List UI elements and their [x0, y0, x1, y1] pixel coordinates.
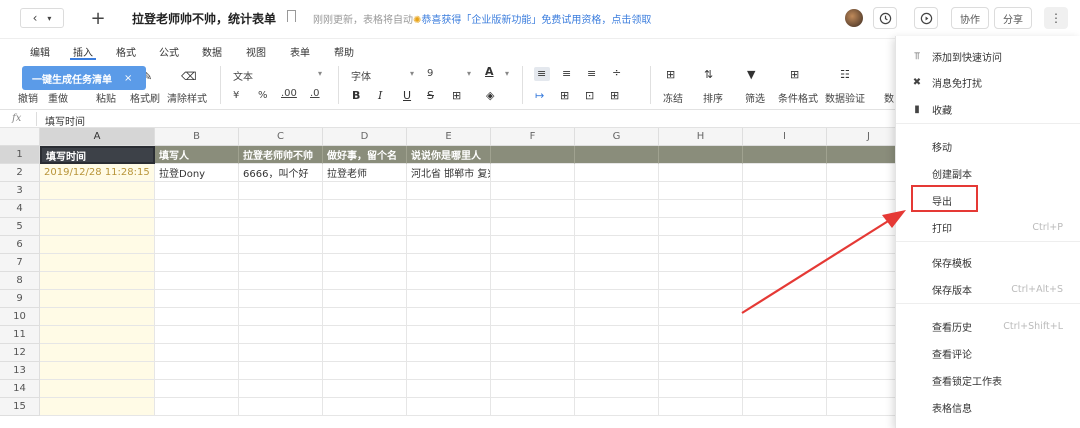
annotation-arrow	[741, 210, 906, 314]
spreadsheet-app: ‹ ▾ + 拉登老师帅不帅，统计表单 刚刚更新，表格将自动✺恭喜获得「企业版新功…	[0, 0, 1080, 428]
